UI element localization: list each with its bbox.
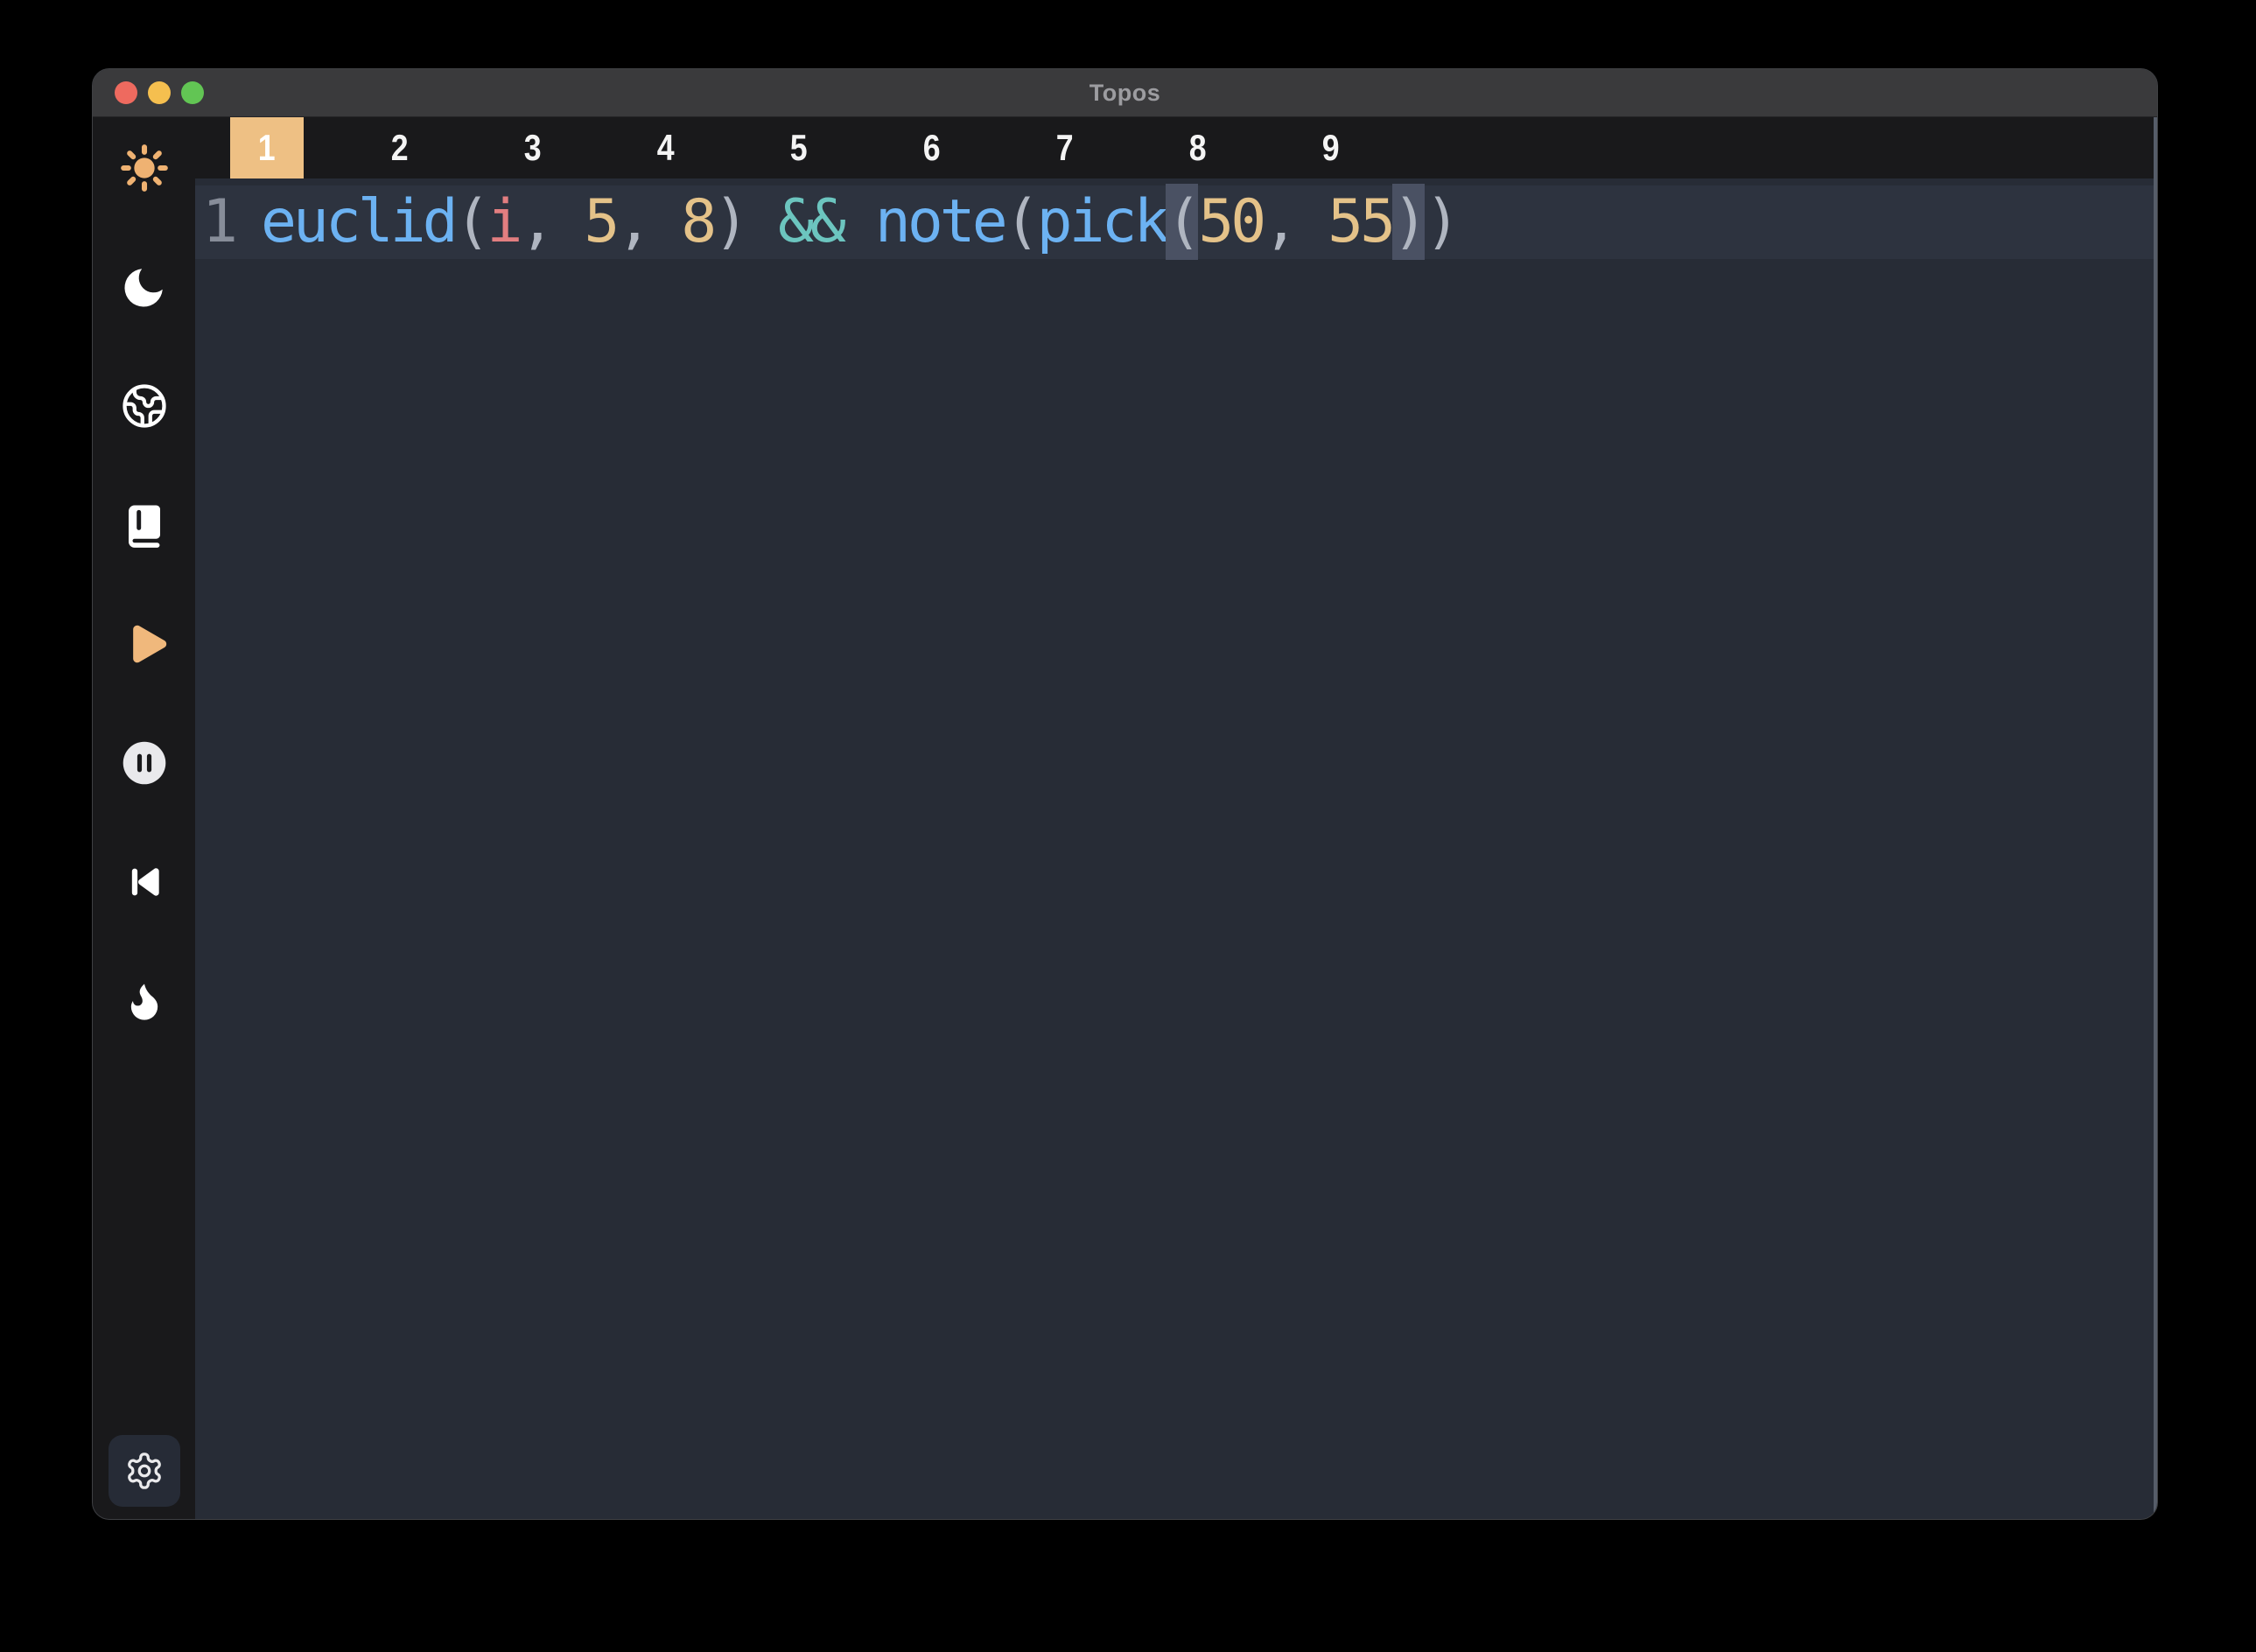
web-button[interactable] — [93, 382, 195, 430]
settings-button[interactable] — [109, 1435, 180, 1507]
code-token: pick — [1037, 187, 1167, 256]
tab-2[interactable]: 2 — [363, 117, 437, 178]
sun-icon — [120, 144, 169, 192]
tab-3[interactable]: 3 — [496, 117, 570, 178]
minimize-button[interactable] — [148, 81, 171, 104]
content-area: 1 2 3 4 5 6 7 8 9 1euclid(i, 5, 8) && no… — [195, 117, 2157, 1519]
zoom-button[interactable] — [181, 81, 204, 104]
tab-1[interactable]: 1 — [230, 117, 304, 178]
code-token: ) — [713, 187, 778, 256]
skip-back-icon — [123, 860, 166, 904]
docs-button[interactable] — [93, 500, 195, 550]
code-token: ) — [1425, 187, 1457, 256]
code-token: ( — [1166, 184, 1198, 260]
tab-4[interactable]: 4 — [629, 117, 703, 178]
sidebar — [93, 117, 195, 1519]
gear-icon — [124, 1451, 165, 1491]
scrollbar[interactable] — [2154, 117, 2157, 1519]
tab-bar: 1 2 3 4 5 6 7 8 9 — [195, 117, 2157, 178]
rewind-button[interactable] — [93, 858, 195, 906]
window-title: Topos — [93, 80, 2157, 107]
main-row: 1 2 3 4 5 6 7 8 9 1euclid(i, 5, 8) && no… — [93, 117, 2157, 1519]
code-line-1[interactable]: 1euclid(i, 5, 8) && note(pick(50, 55)) — [195, 186, 2157, 259]
code-token: , — [616, 187, 681, 256]
tab-6[interactable]: 6 — [895, 117, 969, 178]
book-icon — [121, 501, 168, 549]
code-token: 5 — [584, 187, 616, 256]
pause-icon — [121, 739, 168, 787]
play-icon — [120, 620, 169, 668]
titlebar: Topos — [93, 69, 2157, 117]
dark-theme-button[interactable] — [93, 262, 195, 312]
code-token: ( — [455, 187, 487, 256]
flame-icon — [122, 978, 167, 1024]
globe-icon — [121, 382, 168, 430]
light-theme-button[interactable] — [93, 144, 195, 192]
code-token: 8 — [681, 187, 713, 256]
play-button[interactable] — [93, 620, 195, 668]
moon-icon — [120, 262, 169, 312]
flame-button[interactable] — [93, 976, 195, 1026]
close-button[interactable] — [115, 81, 137, 104]
tab-5[interactable]: 5 — [762, 117, 836, 178]
app-window: Topos — [92, 68, 2158, 1520]
code-token: i — [487, 187, 520, 256]
tab-8[interactable]: 8 — [1161, 117, 1235, 178]
code-token: 50 — [1198, 187, 1263, 256]
code-editor[interactable]: 1euclid(i, 5, 8) && note(pick(50, 55)) — [195, 178, 2157, 1519]
code-token: ( — [1005, 187, 1037, 256]
code-token: ) — [1392, 184, 1425, 260]
code-token: euclid — [261, 187, 455, 256]
code-token: , — [1263, 187, 1328, 256]
line-number: 1 — [202, 187, 235, 256]
tab-7[interactable]: 7 — [1028, 117, 1102, 178]
code-token: && — [778, 187, 875, 256]
tab-9[interactable]: 9 — [1294, 117, 1368, 178]
code-token: 55 — [1328, 187, 1392, 256]
pause-button[interactable] — [93, 738, 195, 788]
code-token: note — [875, 187, 1005, 256]
traffic-lights — [115, 69, 204, 116]
code-token: , — [520, 187, 585, 256]
